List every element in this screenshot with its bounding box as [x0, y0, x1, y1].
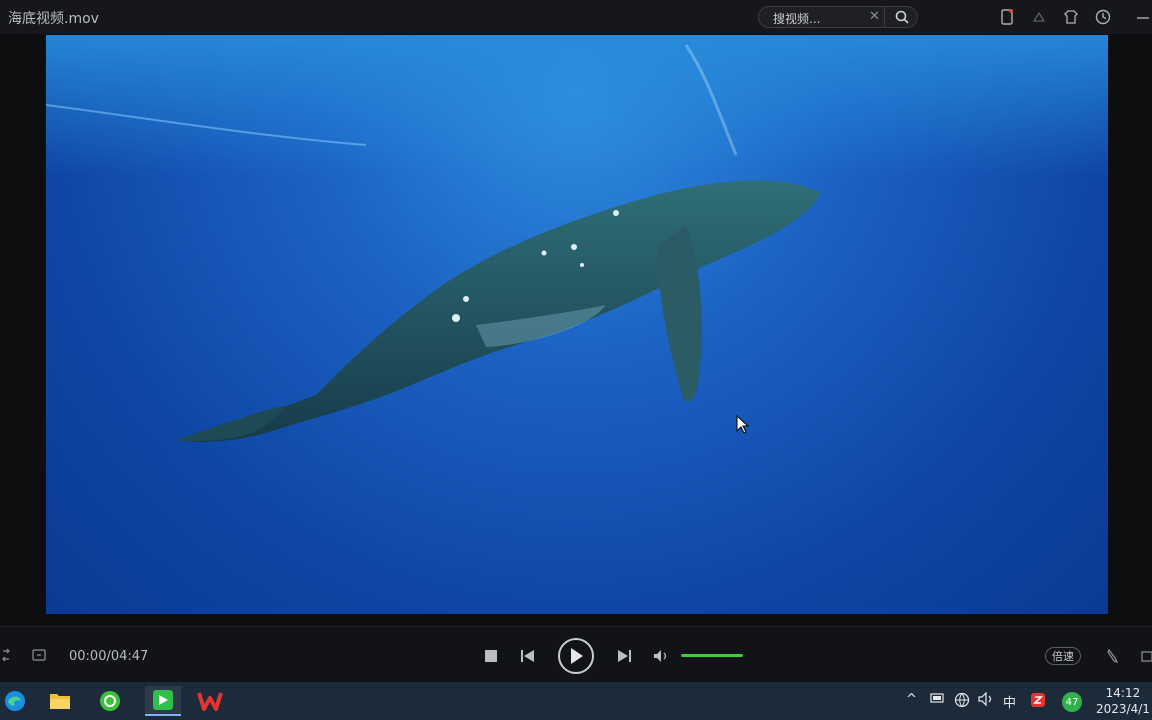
search-box[interactable]: 搜视频... ✕ [758, 6, 918, 28]
stop-icon [485, 650, 497, 662]
ime-indicator[interactable]: 中 [1003, 692, 1016, 711]
window-title: 海底视频.mov [8, 11, 99, 27]
next-button[interactable] [615, 647, 633, 665]
browser-icon[interactable] [95, 686, 125, 716]
skin-icon[interactable] [1062, 8, 1080, 26]
previous-icon [521, 650, 534, 662]
volume-button[interactable] [653, 647, 671, 665]
mouse-cursor [736, 415, 750, 434]
tray-expand-icon[interactable]: ^ [906, 692, 917, 707]
player-controls: 00:00/04:47 倍速 [0, 626, 1152, 682]
minimize-icon[interactable] [1134, 8, 1152, 26]
cloud-icon[interactable] [1030, 8, 1048, 26]
tool-icon[interactable] [1104, 647, 1122, 665]
whale-image [46, 44, 821, 442]
wps-icon[interactable] [195, 686, 225, 716]
search-button[interactable] [884, 7, 918, 27]
video-player-icon[interactable] [145, 686, 181, 716]
clear-icon[interactable]: ✕ [869, 9, 880, 24]
loop-icon[interactable] [0, 647, 12, 663]
search-icon [895, 10, 909, 24]
video-frame[interactable] [46, 35, 1108, 614]
previous-button[interactable] [519, 647, 537, 665]
next-icon [618, 650, 631, 662]
playlist-icon[interactable] [31, 647, 47, 663]
phone-icon[interactable] [998, 8, 1016, 26]
sogou-icon[interactable] [1030, 692, 1046, 712]
player-window: 海底视频.mov 搜视频... ✕ 00:00/04:47 倍速 [0, 0, 1152, 682]
battery-icon[interactable] [930, 692, 946, 708]
system-clock[interactable]: 14:12 2023/4/1 [1096, 685, 1150, 717]
volume-icon [654, 650, 667, 662]
network-icon[interactable] [954, 692, 970, 712]
history-icon[interactable] [1094, 8, 1112, 26]
file-explorer-icon[interactable] [45, 686, 75, 716]
volume-slider[interactable] [681, 654, 743, 657]
search-input[interactable]: 搜视频... [773, 10, 820, 27]
clock-date: 2023/4/1 [1096, 702, 1150, 716]
play-button[interactable] [558, 638, 594, 674]
edge-icon[interactable] [0, 686, 30, 716]
taskbar: ^ 中 47 14:12 2023/4/1 [0, 682, 1152, 720]
security-badge[interactable]: 47 [1062, 692, 1082, 712]
time-display: 00:00/04:47 [69, 649, 149, 664]
title-bar: 海底视频.mov 搜视频... ✕ [0, 0, 1152, 34]
speed-button[interactable]: 倍速 [1045, 647, 1081, 665]
speaker-icon[interactable] [978, 691, 994, 710]
stop-button[interactable] [482, 647, 500, 665]
clock-time: 14:12 [1105, 686, 1141, 700]
play-icon [571, 648, 583, 664]
window-mode-icon[interactable] [1140, 647, 1152, 665]
